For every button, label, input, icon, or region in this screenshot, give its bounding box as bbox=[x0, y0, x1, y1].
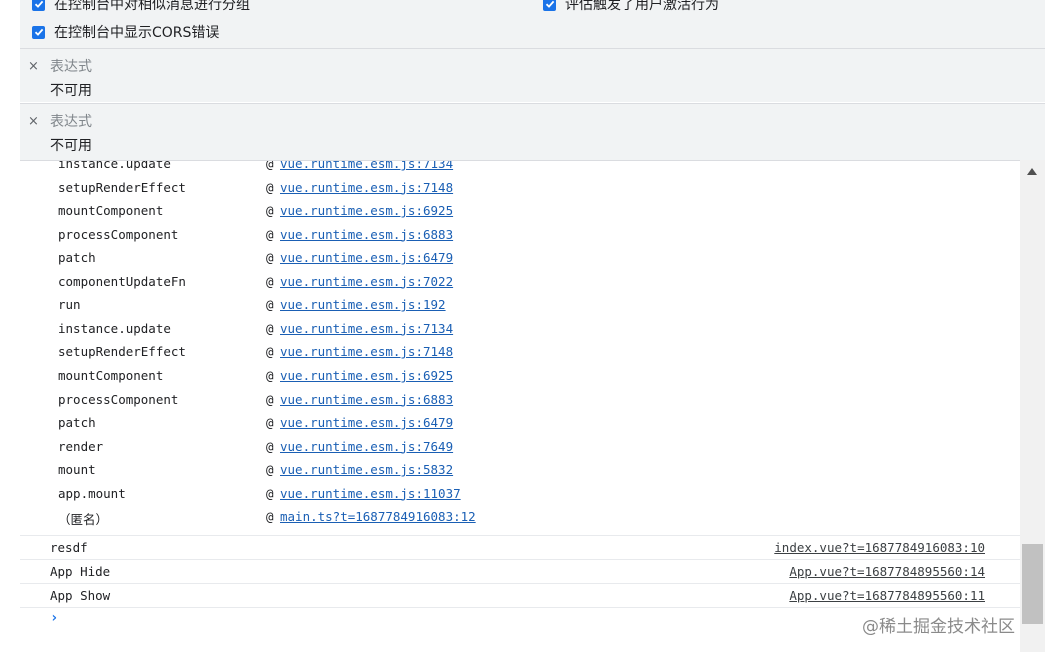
function-name: render bbox=[58, 438, 104, 454]
log-source-link[interactable]: App.vue?t=1687784895560:14 bbox=[789, 564, 985, 579]
stack-frame: patch @ vue.runtime.esm.js:6479 bbox=[58, 250, 453, 270]
source-link[interactable]: vue.runtime.esm.js:11037 bbox=[280, 486, 461, 501]
source-link[interactable]: vue.runtime.esm.js:6479 bbox=[280, 250, 453, 265]
console-log-row: App Hide App.vue?t=1687784895560:14 bbox=[20, 559, 1020, 583]
log-message: App Show bbox=[50, 588, 111, 603]
source-link[interactable]: vue.runtime.esm.js:7649 bbox=[280, 439, 453, 454]
source-link[interactable]: main.ts?t=1687784916083:12 bbox=[280, 509, 476, 524]
watch-expression: × 表达式 不可用 bbox=[20, 48, 1045, 102]
stack-frame: processComponent @ vue.runtime.esm.js:6883 bbox=[58, 391, 453, 412]
console-output: instance.update @ vue.runtime.esm.js:7134 s… bbox=[20, 160, 1020, 652]
at-symbol: @ bbox=[266, 273, 274, 289]
function-name: （匿名） bbox=[58, 512, 109, 528]
at-symbol: @ bbox=[266, 367, 274, 383]
stack-frame: （匿名） @ main.ts?t=1687784916083:12 bbox=[58, 509, 476, 529]
stack-frame: setupRenderEffect @ vue.runtime.esm.js:714… bbox=[58, 344, 453, 364]
at-symbol: @ bbox=[266, 160, 274, 171]
console-settings-panel: 在控制台中对相似消息进行分组 评估触发了用户激活行为 在控制台中显示CORS错误 bbox=[20, 0, 1045, 48]
checkbox-checked-icon[interactable] bbox=[543, 0, 556, 11]
log-message: resdf bbox=[50, 540, 88, 555]
source-link[interactable]: vue.runtime.esm.js:6883 bbox=[280, 392, 453, 407]
source-link[interactable]: vue.runtime.esm.js:6925 bbox=[280, 368, 453, 383]
at-symbol: @ bbox=[266, 391, 274, 407]
source-link[interactable]: vue.runtime.esm.js:192 bbox=[280, 297, 446, 312]
function-name: mountComponent bbox=[58, 367, 164, 383]
stack-frame: app.mount @ vue.runtime.esm.js:11037 bbox=[58, 485, 461, 506]
function-name: setupRenderEffect bbox=[58, 179, 186, 195]
stack-frame: instance.update @ vue.runtime.esm.js:7134 bbox=[58, 160, 453, 176]
source-link[interactable]: vue.runtime.esm.js:7022 bbox=[280, 274, 453, 289]
source-link[interactable]: vue.runtime.esm.js:6925 bbox=[280, 203, 453, 218]
checkbox-checked-icon[interactable] bbox=[32, 0, 45, 11]
stack-frame: render @ vue.runtime.esm.js:7649 bbox=[58, 438, 453, 459]
stack-frame: mountComponent @ vue.runtime.esm.js:6925 bbox=[58, 367, 453, 388]
function-name: instance.update bbox=[58, 320, 171, 336]
function-name: app.mount bbox=[58, 485, 126, 501]
at-symbol: @ bbox=[266, 415, 274, 431]
at-symbol: @ bbox=[266, 438, 274, 454]
function-name: componentUpdateFn bbox=[58, 273, 186, 289]
at-symbol: @ bbox=[266, 203, 274, 219]
at-symbol: @ bbox=[266, 344, 274, 360]
console-scrollbar[interactable] bbox=[1020, 160, 1045, 652]
function-name: run bbox=[58, 297, 81, 313]
scroll-thumb[interactable] bbox=[1022, 544, 1043, 624]
expression-input[interactable]: 表达式 bbox=[50, 111, 92, 131]
stack-frame: patch @ vue.runtime.esm.js:6479 bbox=[58, 415, 453, 435]
watch-expression: × 表达式 不可用 bbox=[20, 103, 1045, 160]
show-cors-errors-option[interactable]: 在控制台中显示CORS错误 bbox=[32, 22, 219, 42]
at-symbol: @ bbox=[266, 297, 274, 313]
expression-value: 不可用 bbox=[50, 138, 92, 154]
scroll-up-arrow-icon[interactable] bbox=[1027, 168, 1037, 175]
source-link[interactable]: vue.runtime.esm.js:7148 bbox=[280, 344, 453, 359]
source-link[interactable]: vue.runtime.esm.js:6883 bbox=[280, 227, 453, 242]
stack-frame: setupRenderEffect @ vue.runtime.esm.js:714… bbox=[58, 179, 453, 200]
prompt-divider bbox=[20, 607, 1020, 608]
function-name: setupRenderEffect bbox=[58, 344, 186, 360]
watermark: @稀土掘金技术社区 bbox=[862, 617, 1015, 637]
source-link[interactable]: vue.runtime.esm.js:5832 bbox=[280, 462, 453, 477]
option-label: 在控制台中显示CORS错误 bbox=[54, 25, 220, 41]
log-source-link[interactable]: index.vue?t=1687784916083:10 bbox=[774, 540, 985, 555]
at-symbol: @ bbox=[266, 179, 274, 195]
console-log-row: resdf index.vue?t=1687784916083:10 bbox=[20, 535, 1020, 559]
log-message: App Hide bbox=[50, 564, 111, 579]
stack-frame: componentUpdateFn @ vue.runtime.esm.js:702… bbox=[58, 273, 453, 294]
at-symbol: @ bbox=[266, 462, 274, 478]
stack-frame: run @ vue.runtime.esm.js:192 bbox=[58, 297, 446, 317]
at-symbol: @ bbox=[266, 250, 274, 266]
source-link[interactable]: vue.runtime.esm.js:6479 bbox=[280, 415, 453, 430]
expression-value: 不可用 bbox=[50, 83, 92, 99]
console-prompt-icon[interactable]: › bbox=[50, 610, 58, 626]
checkbox-checked-icon[interactable] bbox=[32, 25, 45, 39]
group-similar-option[interactable]: 在控制台中对相似消息进行分组 bbox=[32, 0, 250, 14]
at-symbol: @ bbox=[266, 320, 274, 336]
at-symbol: @ bbox=[266, 485, 274, 501]
function-name: mountComponent bbox=[58, 203, 164, 219]
console-log-row: App Show App.vue?t=1687784895560:11 bbox=[20, 583, 1020, 607]
stack-frame: mount @ vue.runtime.esm.js:5832 bbox=[58, 462, 453, 482]
function-name: processComponent bbox=[58, 226, 179, 242]
stack-frame: instance.update @ vue.runtime.esm.js:7134 bbox=[58, 320, 453, 341]
log-source-link[interactable]: App.vue?t=1687784895560:11 bbox=[789, 588, 985, 603]
remove-expression-icon[interactable]: × bbox=[28, 59, 39, 74]
option-label: 在控制台中对相似消息进行分组 bbox=[54, 0, 250, 13]
remove-expression-icon[interactable]: × bbox=[28, 114, 39, 129]
function-name: patch bbox=[58, 250, 96, 266]
function-name: instance.update bbox=[58, 160, 171, 171]
source-link[interactable]: vue.runtime.esm.js:7134 bbox=[280, 321, 453, 336]
function-name: patch bbox=[58, 415, 96, 431]
user-activation-option[interactable]: 评估触发了用户激活行为 bbox=[543, 0, 719, 14]
function-name: mount bbox=[58, 462, 96, 478]
at-symbol: @ bbox=[266, 226, 274, 242]
source-link[interactable]: vue.runtime.esm.js:7148 bbox=[280, 180, 453, 195]
stack-frame: processComponent @ vue.runtime.esm.js:6883 bbox=[58, 226, 453, 247]
option-label: 评估触发了用户激活行为 bbox=[565, 0, 719, 13]
at-symbol: @ bbox=[266, 509, 274, 525]
stack-frame: mountComponent @ vue.runtime.esm.js:6925 bbox=[58, 203, 453, 223]
source-link[interactable]: vue.runtime.esm.js:7134 bbox=[280, 161, 453, 171]
function-name: processComponent bbox=[58, 391, 179, 407]
expression-input[interactable]: 表达式 bbox=[50, 56, 92, 76]
